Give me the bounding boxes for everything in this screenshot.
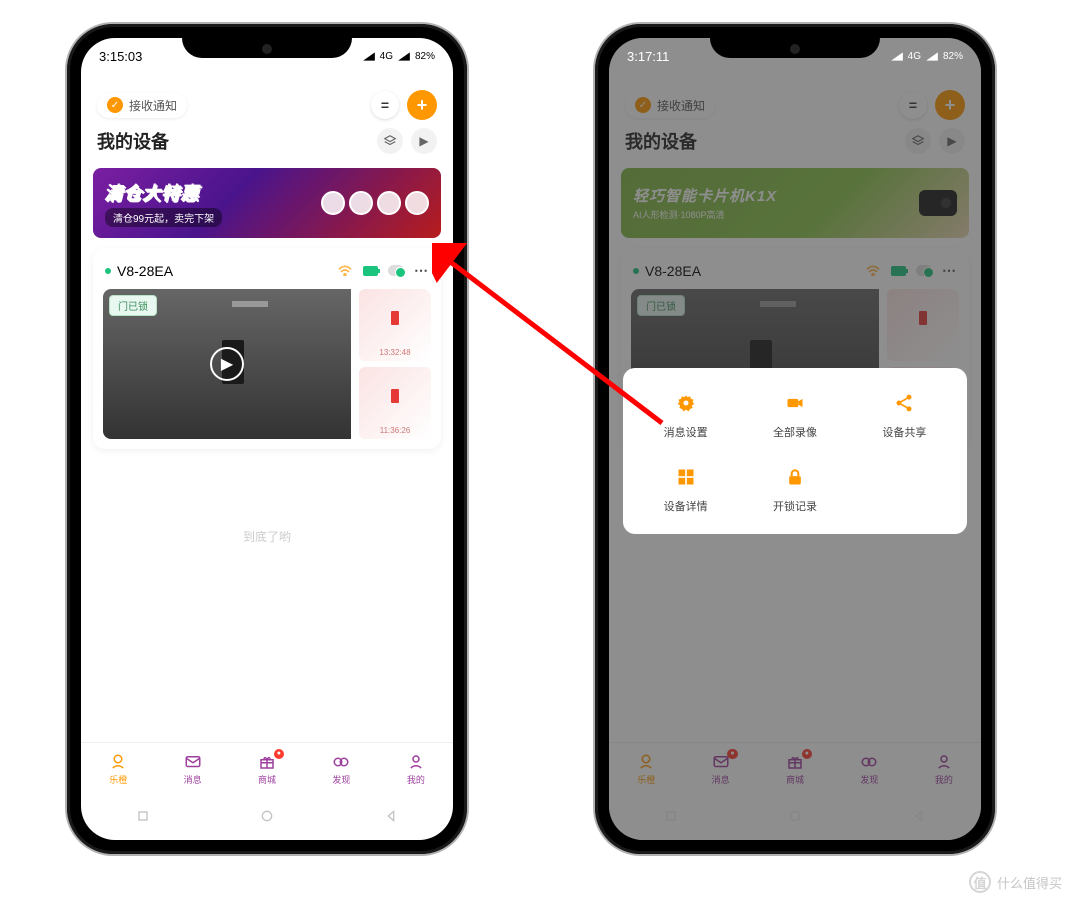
sys-back-icon[interactable] [383, 808, 399, 829]
status-right: 4G 82% [362, 51, 435, 62]
video-area[interactable]: 门已锁 ▶ [103, 289, 351, 439]
watermark: 值 什么值得买 [969, 871, 1062, 893]
discover-icon [330, 753, 352, 771]
online-dot-icon [105, 268, 111, 274]
sys-home-icon[interactable] [259, 808, 275, 829]
banner-products [222, 191, 429, 215]
check-icon: ✓ [107, 97, 123, 113]
page-title: 我的设备 [97, 128, 369, 154]
notify-pill-label: 接收通知 [129, 97, 177, 114]
event-thumbnails: 13:32:48 11:36:26 [359, 289, 431, 439]
sys-recent-icon[interactable] [135, 808, 151, 829]
device-card[interactable]: V8-28EA ⋯ 门已锁 ▶ 13:32:48 11:36:26 [93, 248, 441, 449]
bottom-nav: 乐橙 消息 ●商城 发现 我的 [81, 742, 453, 796]
signal-icon [362, 51, 376, 62]
event-thumb-2[interactable]: 11:36:26 [359, 367, 431, 439]
lock-icon [784, 466, 806, 488]
banner-title: 清仓大特惠 [105, 180, 222, 206]
share-icon [893, 392, 915, 414]
status-right: 4G 82% [890, 51, 963, 62]
watermark-icon: 值 [969, 871, 991, 893]
play-icon[interactable]: ▶ [411, 128, 437, 154]
event-thumb-1[interactable]: 13:32:48 [359, 289, 431, 361]
system-nav [81, 802, 453, 834]
banner-sub: 清仓99元起，卖完下架 [105, 208, 222, 227]
nav-discover[interactable]: 发现 [304, 743, 378, 796]
signal-icon-2 [397, 51, 411, 62]
device-name: V8-28EA [117, 263, 173, 279]
status-net: 4G [380, 51, 393, 62]
app-header: ✓ 接收通知 = + [81, 78, 453, 132]
phone-left: 3:15:03 4G 82% ✓ 接收通知 = + 我的设备 ▶ 清仓大 [67, 24, 467, 854]
scan-button[interactable]: = [371, 91, 399, 119]
annotation-arrow [432, 243, 692, 443]
nav-profile[interactable]: 我的 [379, 743, 453, 796]
cloud-check-icon [388, 265, 404, 276]
device-head: V8-28EA ⋯ [103, 258, 431, 289]
status-battery: 82% [943, 51, 963, 62]
signal-icon-2 [925, 51, 939, 62]
signal-icon [890, 51, 904, 62]
list-end-text: 到底了哟 [81, 528, 453, 545]
video-icon [784, 392, 806, 414]
menu-share-device[interactable]: 设备共享 [850, 392, 959, 440]
screen-left: 3:15:03 4G 82% ✓ 接收通知 = + 我的设备 ▶ 清仓大 [81, 38, 453, 840]
battery-icon [363, 266, 378, 276]
nav-messages[interactable]: 消息 [155, 743, 229, 796]
status-time: 3:15:03 [99, 49, 142, 64]
title-row: 我的设备 ▶ [81, 128, 453, 154]
nav-shop[interactable]: ●商城 [230, 743, 304, 796]
layers-icon[interactable] [377, 128, 403, 154]
notify-pill[interactable]: ✓ 接收通知 [97, 93, 187, 118]
menu-device-details[interactable]: 设备详情 [631, 466, 740, 514]
nav-home[interactable]: 乐橙 [81, 743, 155, 796]
lock-status-tag: 门已锁 [109, 295, 157, 316]
wifi-icon [337, 263, 353, 279]
device-more-button[interactable]: ⋯ [414, 262, 429, 279]
notch-camera [262, 44, 272, 54]
gift-icon: ● [256, 753, 278, 771]
status-time: 3:17:11 [627, 49, 669, 64]
watermark-text: 什么值得买 [997, 873, 1062, 892]
home-icon [107, 753, 129, 771]
message-icon [182, 753, 204, 771]
play-button[interactable]: ▶ [210, 347, 244, 381]
status-net: 4G [908, 51, 921, 62]
add-device-button[interactable]: + [407, 90, 437, 120]
grid-icon [675, 466, 697, 488]
camera-preview[interactable]: 门已锁 ▶ 13:32:48 11:36:26 [103, 289, 431, 439]
status-battery: 82% [415, 51, 435, 62]
promo-banner[interactable]: 清仓大特惠 清仓99元起，卖完下架 [93, 168, 441, 238]
menu-all-recordings[interactable]: 全部录像 [740, 392, 849, 440]
menu-unlock-records[interactable]: 开锁记录 [740, 466, 849, 514]
profile-icon [405, 753, 427, 771]
notch-camera [790, 44, 800, 54]
